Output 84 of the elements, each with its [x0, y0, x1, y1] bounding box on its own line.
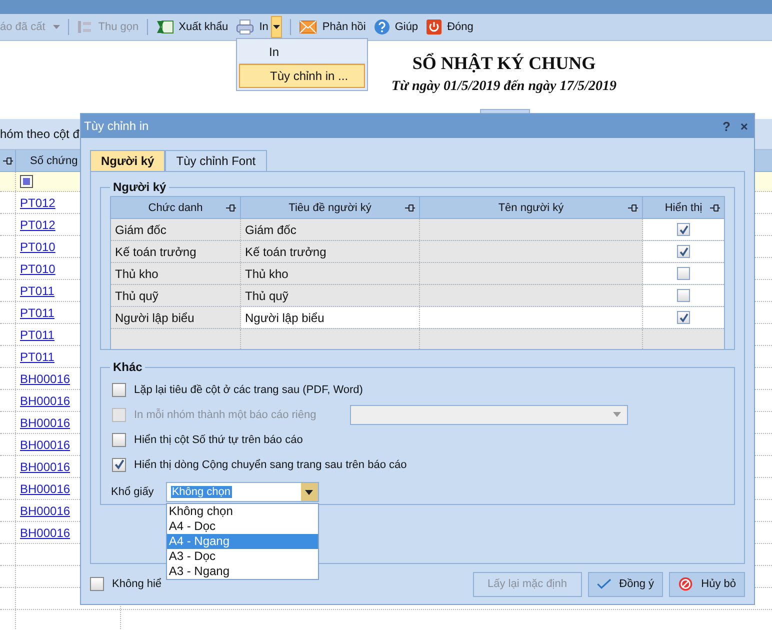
caret-icon: [613, 412, 622, 417]
checkbox[interactable]: [677, 311, 690, 324]
table-cell: Kế toán trưởng: [111, 241, 241, 262]
field-label: Khổ giấy: [111, 486, 154, 498]
caret-icon: [53, 25, 60, 29]
option-label: Lặp lại tiêu đề cột ở các trang sau (PDF, Word): [134, 384, 363, 396]
voucher-link[interactable]: PT011: [20, 328, 54, 342]
toolbar-button[interactable]: Đóng: [422, 16, 478, 38]
help-button[interactable]: ?: [720, 118, 732, 134]
voucher-link[interactable]: PT011: [20, 306, 54, 320]
column-header[interactable]: Hiển thị: [643, 197, 724, 218]
option-label: In mỗi nhóm thành một báo cáo riêng: [134, 408, 316, 420]
table-cell: Thủ quỹ: [241, 285, 420, 306]
column-header[interactable]: Tên người ký: [420, 197, 643, 218]
pin-icon: [710, 204, 720, 212]
dialog-button[interactable]: Hủy bỏ: [669, 572, 745, 596]
table-cell: Kế toán trưởng: [241, 241, 420, 262]
dropdown-option[interactable]: A3 - Dọc: [166, 549, 318, 564]
tab[interactable]: Tùy chỉnh Font: [165, 150, 267, 171]
toolbar-button[interactable]: Xuất khẩu: [152, 16, 232, 38]
table-cell: Thủ kho: [241, 263, 420, 284]
voucher-link[interactable]: BH00016: [20, 416, 70, 430]
dialog-title: Tùy chỉnh in: [84, 119, 149, 133]
report-title: SỔ NHẬT KÝ CHUNG: [412, 53, 596, 74]
toolbar-button[interactable]: Phản hồi: [295, 16, 370, 38]
filter-checkbox[interactable]: [20, 175, 33, 188]
menu-item[interactable]: Tùy chỉnh in ...: [239, 64, 365, 88]
checkbox[interactable]: [112, 458, 126, 472]
pin-icon: [2, 156, 12, 164]
checkbox[interactable]: [677, 223, 690, 236]
voucher-link[interactable]: BH00016: [20, 482, 70, 496]
voucher-link[interactable]: PT011: [20, 284, 54, 298]
voucher-link[interactable]: BH00016: [20, 394, 70, 408]
column-header[interactable]: Chức danh: [111, 197, 241, 218]
voucher-link[interactable]: PT011: [20, 350, 54, 364]
table-cell: Thủ quỹ: [111, 285, 241, 306]
option-label: Hiển thị cột Số thứ tự trên báo cáo: [134, 434, 303, 446]
dialog-button[interactable]: Đồng ý: [588, 572, 663, 596]
checkbox[interactable]: [112, 432, 126, 446]
voucher-link[interactable]: BH00016: [20, 526, 70, 540]
option-label: Không hiể: [112, 578, 162, 590]
table-cell: Người lập biểu: [241, 307, 420, 328]
pin-icon: [226, 204, 236, 212]
pin-icon: [405, 204, 415, 212]
voucher-link[interactable]: PT012: [20, 196, 56, 210]
voucher-link[interactable]: PT010: [20, 262, 56, 276]
caret-icon: [273, 25, 280, 29]
report-subtitle: Từ ngày 01/5/2019 đến ngày 17/5/2019: [392, 79, 616, 95]
no-entry-icon: [678, 576, 694, 592]
group-title: Người ký: [112, 180, 168, 194]
printer-icon: [236, 19, 254, 35]
voucher-link[interactable]: PT012: [20, 218, 56, 232]
help-icon: [374, 19, 390, 35]
power-icon: [426, 19, 442, 35]
table-cell: Thủ kho: [111, 263, 241, 284]
envelope-icon: [299, 20, 318, 34]
table-cell: Giám đốc: [241, 219, 420, 240]
tab[interactable]: Người ký: [90, 150, 166, 171]
voucher-link[interactable]: PT010: [20, 240, 56, 254]
group-title: Khác: [112, 360, 144, 374]
close-button[interactable]: ×: [738, 118, 750, 134]
toolbar-button[interactable]: In: [232, 16, 286, 38]
dropdown-option[interactable]: A4 - Dọc: [166, 519, 318, 534]
column-header[interactable]: Tiêu đề người ký: [241, 197, 420, 218]
caret-icon: [305, 490, 314, 494]
checkbox[interactable]: [677, 245, 690, 258]
checkbox[interactable]: [112, 382, 126, 396]
spreadsheet-icon: [156, 19, 174, 35]
voucher-link[interactable]: BH00016: [20, 438, 70, 452]
collapse-icon: [77, 19, 94, 35]
voucher-link[interactable]: BH00016: [20, 372, 70, 386]
table-cell: Giám đốc: [111, 219, 241, 240]
checkbox[interactable]: [90, 577, 104, 591]
option-label: Hiển thị dòng Cộng chuyển sang trang sau trên báo cáo: [134, 458, 407, 470]
voucher-link[interactable]: BH00016: [20, 460, 70, 474]
dropdown-option[interactable]: Không chọn: [166, 504, 318, 519]
dropdown-option[interactable]: A3 - Ngang: [166, 564, 318, 579]
table-cell: Người lập biểu: [111, 307, 241, 328]
toolbar-button[interactable]: Giúp: [370, 16, 422, 38]
checkbox[interactable]: [677, 267, 690, 280]
pin-icon: [628, 204, 638, 212]
group-hint: hóm theo cột đ: [0, 127, 80, 141]
checkbox[interactable]: [677, 289, 690, 302]
voucher-link[interactable]: BH00016: [20, 504, 70, 518]
